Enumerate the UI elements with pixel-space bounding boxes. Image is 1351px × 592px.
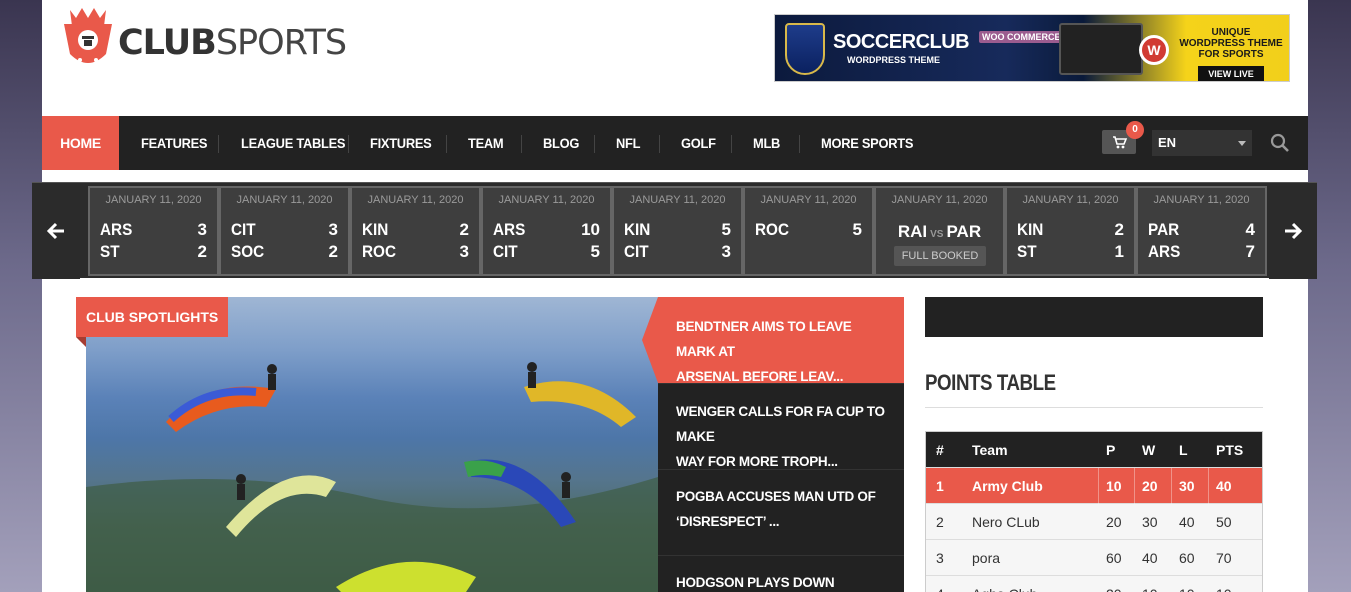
nav-divider (731, 135, 732, 153)
nav-features[interactable]: FEATURES (141, 116, 208, 170)
table-row[interactable]: 2 Nero CLub 20 30 40 50 (926, 504, 1262, 540)
background-right (1307, 0, 1351, 592)
parachutes-illustration (86, 362, 658, 592)
points-table: # Team P W L PTS 1 Army Club 10 20 30 40… (925, 431, 1263, 592)
fixture-teams: RAI VS PAR (897, 222, 982, 241)
view-live-button[interactable]: VIEW LIVE (1198, 66, 1264, 81)
nav-more-sports[interactable]: MORE SPORTS (821, 116, 913, 170)
table-header-row: # Team P W L PTS (926, 432, 1262, 468)
banner-tagline: UNIQUE WORDPRESS THEME FOR SPORTS VIEW L… (1179, 27, 1283, 81)
search-icon[interactable] (1270, 133, 1290, 153)
score-card[interactable]: JANUARY 11, 2020 ROC 5 (745, 188, 872, 274)
nav-team[interactable]: TEAM (468, 116, 504, 170)
news-list: BENDTNER AIMS TO LEAVE MARK AT ARSENAL BE… (642, 297, 904, 592)
banner-title: SOCCERCLUB (833, 31, 970, 53)
full-booked-badge: FULL BOOKED (894, 246, 986, 266)
soccer-shield-icon (785, 23, 825, 75)
score-card[interactable]: JANUARY 11, 2020 ARS 3 ST 2 (90, 188, 217, 274)
score-card[interactable]: JANUARY 11, 2020 CIT 3 SOC 2 (221, 188, 348, 274)
woocommerce-label: WOO COMMERCE (979, 31, 1064, 43)
nav-divider (348, 135, 349, 153)
crown-shield-icon (60, 6, 116, 74)
spotlight-image[interactable] (86, 297, 658, 592)
divider (925, 407, 1263, 408)
score-card[interactable]: JANUARY 11, 2020 KIN 5 CIT 3 (614, 188, 741, 274)
score-card[interactable]: JANUARY 11, 2020 PAR 4 ARS 7 (1138, 188, 1265, 274)
score-card[interactable]: JANUARY 11, 2020 RAI VS PAR FULL BOOKED (876, 188, 1003, 274)
points-table-title: POINTS TABLE (925, 370, 1056, 395)
language-value: EN (1158, 135, 1177, 150)
arrow-left-icon (46, 222, 64, 240)
language-select[interactable]: EN (1152, 130, 1252, 156)
nav-league-tables[interactable]: LEAGUE TABLES (241, 116, 346, 170)
nav-divider (594, 135, 595, 153)
site-logo[interactable]: CLUBSPORTS (60, 6, 347, 74)
nav-fixtures[interactable]: FIXTURES (370, 116, 432, 170)
background-left (0, 0, 42, 592)
soccerclub-ad-banner[interactable]: SOCCERCLUB WORDPRESS THEME WOO COMMERCE … (774, 14, 1290, 82)
wordpress-icon: W (1139, 35, 1169, 65)
nav-nfl[interactable]: NFL (616, 116, 641, 170)
club-spotlights-tag[interactable]: CLUB SPOTLIGHTS (76, 297, 229, 337)
sidebar-black-bar (925, 297, 1263, 337)
table-row[interactable]: 1 Army Club 10 20 30 40 (926, 468, 1262, 504)
news-item[interactable]: BENDTNER AIMS TO LEAVE MARK AT ARSENAL BE… (642, 297, 904, 384)
logo-wordmark: CLUBSPORTS (118, 23, 347, 63)
chevron-down-icon (1238, 141, 1246, 146)
nav-divider (659, 135, 660, 153)
score-ticker: JANUARY 11, 2020 ARS 3 ST 2 JANUARY 11, 20… (32, 182, 1317, 279)
ticker-next-button[interactable] (1269, 183, 1317, 279)
nav-golf[interactable]: GOLF (681, 116, 716, 170)
nav-blog[interactable]: BLOG (543, 116, 579, 170)
score-card[interactable]: JANUARY 11, 2020 KIN 2 ROC 3 (352, 188, 479, 274)
score-cards: JANUARY 11, 2020 ARS 3 ST 2 JANUARY 11, 20… (88, 186, 1267, 276)
devices-image (1059, 23, 1143, 75)
nav-divider (218, 135, 219, 153)
site-header: CLUBSPORTS SOCCERCLUB WORDPRESS THEME WO… (42, 0, 1308, 116)
nav-home[interactable]: HOME (42, 116, 119, 170)
news-item[interactable]: POGBA ACCUSES MAN UTD OF ‘DISRESPECT’ ... (658, 469, 904, 555)
banner-subtitle: WORDPRESS THEME (847, 55, 941, 65)
table-row[interactable]: 3 pora 60 40 60 70 (926, 540, 1262, 576)
ticker-prev-button[interactable] (32, 183, 80, 279)
score-card[interactable]: JANUARY 11, 2020 KIN 2 ST 1 (1007, 188, 1134, 274)
nav-divider (446, 135, 447, 153)
table-row[interactable]: 4 Agha Club 20 10 10 10 (926, 576, 1262, 592)
news-item[interactable]: WENGER CALLS FOR FA CUP TO MAKE WAY FOR M… (658, 383, 904, 469)
nav-divider (799, 135, 800, 153)
score-card[interactable]: JANUARY 11, 2020 ARS 10 CIT 5 (483, 188, 610, 274)
news-item[interactable]: HODGSON PLAYS DOWN JANUZAJ (658, 555, 904, 592)
nav-mlb[interactable]: MLB (753, 116, 780, 170)
arrow-right-icon (1285, 222, 1303, 240)
tag-fold (76, 337, 86, 347)
cart-count-badge: 0 (1126, 121, 1144, 139)
nav-divider (521, 135, 522, 153)
